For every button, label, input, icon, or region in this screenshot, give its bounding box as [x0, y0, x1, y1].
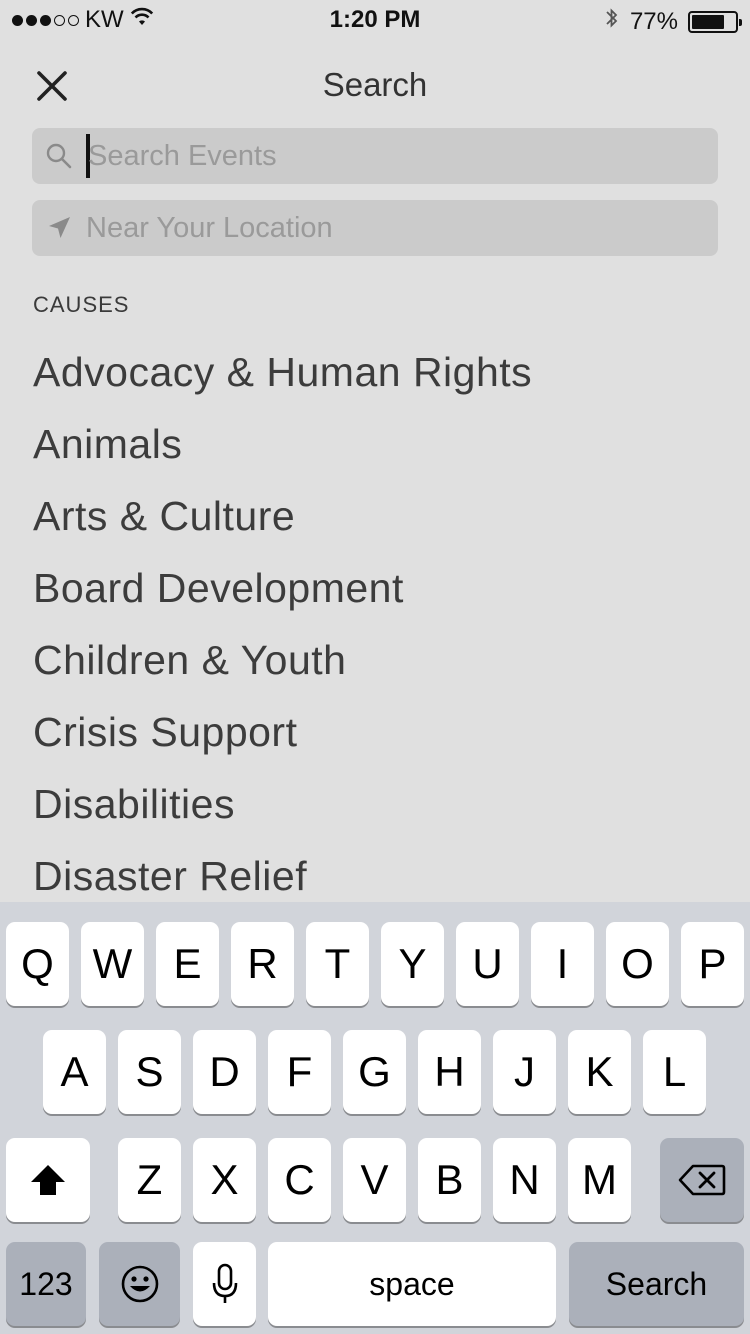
- key-x[interactable]: X: [193, 1138, 256, 1222]
- key-k[interactable]: K: [568, 1030, 631, 1114]
- key-h[interactable]: H: [418, 1030, 481, 1114]
- causes-list: Advocacy & Human Rights Animals Arts & C…: [33, 336, 532, 912]
- key-v[interactable]: V: [343, 1138, 406, 1222]
- search-icon: [32, 128, 86, 184]
- status-right: 77%: [604, 6, 742, 37]
- key-q[interactable]: Q: [6, 922, 69, 1006]
- cause-item-advocacy[interactable]: Advocacy & Human Rights: [33, 336, 532, 408]
- emoji-key[interactable]: [99, 1242, 180, 1326]
- keyboard-row-4: 123 space Search: [0, 1242, 750, 1326]
- shift-key[interactable]: [6, 1138, 90, 1222]
- key-y[interactable]: Y: [381, 922, 444, 1006]
- backspace-icon: [678, 1164, 726, 1196]
- battery-fill: [692, 14, 725, 29]
- causes-section-label: CAUSES: [33, 292, 130, 317]
- cause-item-children-youth[interactable]: Children & Youth: [33, 624, 532, 696]
- key-f[interactable]: F: [268, 1030, 331, 1114]
- search-field[interactable]: [32, 128, 718, 184]
- cause-item-animals[interactable]: Animals: [33, 408, 532, 480]
- key-z[interactable]: Z: [118, 1138, 181, 1222]
- key-s[interactable]: S: [118, 1030, 181, 1114]
- key-r[interactable]: R: [231, 922, 294, 1006]
- location-arrow-icon: [32, 200, 86, 256]
- microphone-icon: [212, 1263, 237, 1303]
- location-input[interactable]: [86, 200, 718, 256]
- numbers-key[interactable]: 123: [6, 1242, 86, 1326]
- search-input[interactable]: [88, 128, 718, 184]
- space-key[interactable]: space: [268, 1242, 556, 1326]
- battery-percent: 77%: [629, 7, 678, 35]
- shift-icon: [31, 1165, 65, 1195]
- key-c[interactable]: C: [268, 1138, 331, 1222]
- cause-item-board-development[interactable]: Board Development: [33, 552, 532, 624]
- key-g[interactable]: G: [343, 1030, 406, 1114]
- key-o[interactable]: O: [606, 922, 669, 1006]
- key-b[interactable]: B: [418, 1138, 481, 1222]
- key-p[interactable]: P: [681, 922, 744, 1006]
- key-j[interactable]: J: [493, 1030, 556, 1114]
- page-title: Search: [322, 66, 428, 103]
- key-m[interactable]: M: [568, 1138, 631, 1222]
- emoji-icon: [121, 1265, 158, 1303]
- key-d[interactable]: D: [193, 1030, 256, 1114]
- bluetooth-icon: [604, 6, 620, 37]
- key-e[interactable]: E: [156, 922, 219, 1006]
- key-u[interactable]: U: [456, 922, 519, 1006]
- key-n[interactable]: N: [493, 1138, 556, 1222]
- status-bar: KW 1:20 PM 77%: [0, 0, 750, 40]
- search-key[interactable]: Search: [569, 1242, 744, 1326]
- key-i[interactable]: I: [531, 922, 594, 1006]
- delete-key[interactable]: [660, 1138, 744, 1222]
- header: Search: [0, 48, 750, 120]
- keyboard-row-3: ZXCVBNM: [0, 1138, 750, 1222]
- key-l[interactable]: L: [643, 1030, 706, 1114]
- key-a[interactable]: A: [43, 1030, 106, 1114]
- key-t[interactable]: T: [306, 922, 369, 1006]
- battery-icon: [688, 10, 742, 33]
- location-field[interactable]: [32, 200, 718, 256]
- keyboard-row-2: ASDFGHJKL: [0, 1030, 750, 1114]
- keyboard-row-1: QWERTYUIOP: [0, 922, 750, 1006]
- dictation-key[interactable]: [193, 1242, 256, 1326]
- keyboard: QWERTYUIOP ASDFGHJKL ZXCVBNM 123 space S…: [0, 902, 750, 1334]
- key-w[interactable]: W: [81, 922, 144, 1006]
- cause-item-arts-culture[interactable]: Arts & Culture: [33, 480, 532, 552]
- cause-item-crisis-support[interactable]: Crisis Support: [33, 696, 532, 768]
- cause-item-disabilities[interactable]: Disabilities: [33, 768, 532, 840]
